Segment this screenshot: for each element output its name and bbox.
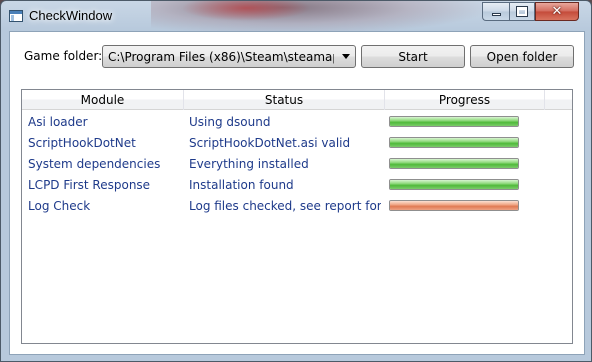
module-name: ScriptHookDotNet bbox=[28, 136, 136, 150]
module-name: Log Check bbox=[28, 199, 91, 213]
module-status: ScriptHookDotNet.asi valid bbox=[189, 136, 351, 150]
column-header-filler bbox=[545, 90, 572, 110]
progress-fill bbox=[390, 117, 518, 126]
game-folder-label: Game folder: bbox=[24, 49, 103, 63]
list-item[interactable]: Log Check Log files checked, see report … bbox=[22, 196, 572, 217]
column-header-module[interactable]: Module bbox=[22, 90, 184, 110]
module-status: Using dsound bbox=[189, 115, 271, 129]
list-item[interactable]: Asi loader Using dsound bbox=[22, 112, 572, 133]
progress-fill bbox=[390, 201, 518, 210]
list-item[interactable]: LCPD First Response Installation found bbox=[22, 175, 572, 196]
progress-bar bbox=[389, 179, 519, 190]
titlebar-background-accent bbox=[181, 1, 311, 21]
module-status: Installation found bbox=[189, 178, 294, 192]
maximize-icon bbox=[516, 6, 528, 17]
module-list[interactable]: Module Status Progress Asi loader Using … bbox=[21, 89, 573, 344]
minimize-icon bbox=[491, 13, 501, 16]
close-button[interactable]: ✕ bbox=[535, 2, 579, 21]
progress-fill bbox=[390, 138, 518, 147]
module-status: Everything installed bbox=[189, 157, 309, 171]
module-status: Log files checked, see report for mo bbox=[189, 199, 381, 213]
check-window: CheckWindow ✕ Game folder: C:\Program Fi… bbox=[0, 0, 592, 362]
list-header: Module Status Progress bbox=[22, 90, 572, 110]
client-area: Game folder: C:\Program Files (x86)\Stea… bbox=[9, 31, 585, 355]
column-header-status[interactable]: Status bbox=[184, 90, 385, 110]
chevron-down-icon[interactable] bbox=[342, 54, 350, 59]
open-folder-button[interactable]: Open folder bbox=[470, 45, 574, 68]
column-header-progress[interactable]: Progress bbox=[385, 90, 545, 110]
close-icon: ✕ bbox=[551, 4, 563, 19]
game-folder-value: C:\Program Files (x86)\Steam\steamapps\c… bbox=[108, 50, 334, 64]
list-item[interactable]: ScriptHookDotNet ScriptHookDotNet.asi va… bbox=[22, 133, 572, 154]
progress-fill bbox=[390, 159, 518, 168]
maximize-button[interactable] bbox=[509, 2, 535, 21]
progress-bar bbox=[389, 116, 519, 127]
app-icon bbox=[9, 10, 23, 22]
minimize-button[interactable] bbox=[482, 2, 509, 21]
progress-bar bbox=[389, 200, 519, 211]
progress-fill bbox=[390, 180, 518, 189]
start-button[interactable]: Start bbox=[361, 45, 465, 68]
module-name: LCPD First Response bbox=[28, 178, 151, 192]
module-name: Asi loader bbox=[28, 115, 88, 129]
game-folder-select[interactable]: C:\Program Files (x86)\Steam\steamapps\c… bbox=[102, 45, 356, 68]
window-title: CheckWindow bbox=[29, 8, 113, 23]
module-name: System dependencies bbox=[28, 157, 161, 171]
progress-bar bbox=[389, 137, 519, 148]
progress-bar bbox=[389, 158, 519, 169]
list-item[interactable]: System dependencies Everything installed bbox=[22, 154, 572, 175]
